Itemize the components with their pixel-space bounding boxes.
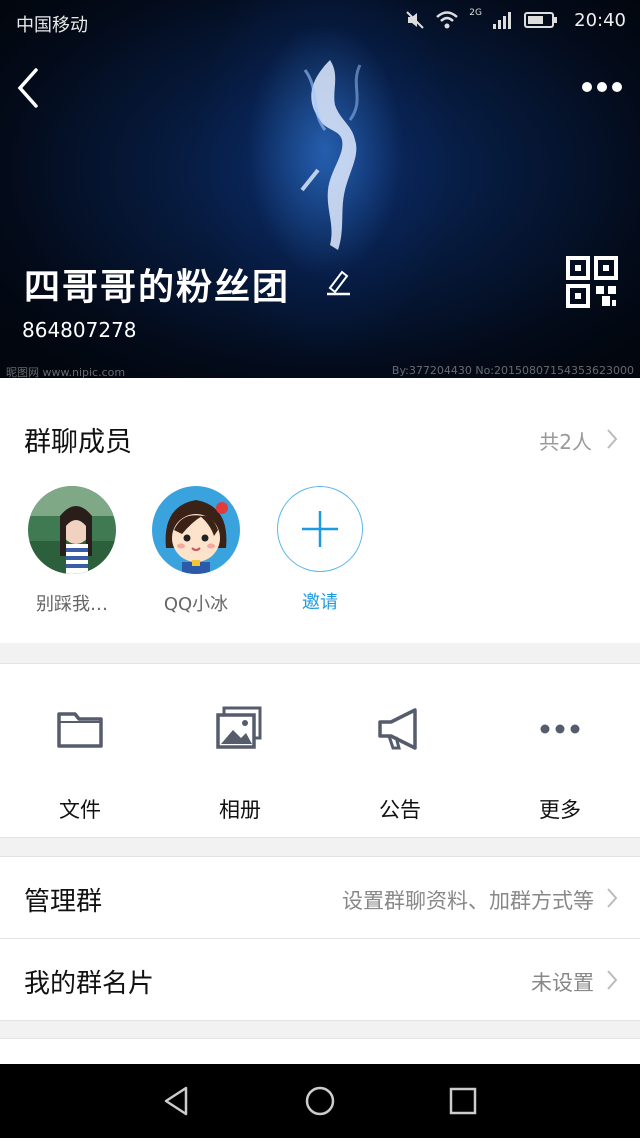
qr-code-icon[interactable] (566, 256, 618, 308)
battery-icon (524, 12, 557, 28)
group-members-section: 群聊成员 共2人 别踩我… QQ小冰 邀请 (0, 378, 640, 643)
nav-home-icon[interactable] (303, 1084, 337, 1118)
clock: 20:40 (574, 10, 626, 31)
megaphone-icon (378, 708, 417, 750)
system-navigation-bar (0, 1064, 640, 1138)
back-arrow-icon[interactable] (14, 66, 44, 110)
group-tools-section: 文件 相册 公告 更多 (0, 663, 640, 838)
members-title: 群聊成员 (24, 427, 132, 458)
nav-recents-icon[interactable] (446, 1084, 480, 1118)
more-dots-icon (540, 724, 580, 734)
folder-icon (57, 712, 103, 748)
chevron-right-icon (607, 888, 618, 908)
row-value: 未设置 (531, 971, 594, 995)
album-label: 相册 (219, 798, 261, 822)
dancer-figure-image (300, 60, 362, 250)
member-item[interactable]: 别踩我… (27, 486, 117, 616)
nav-back-icon[interactable] (160, 1084, 194, 1118)
row-title: 我的群名片 (24, 969, 155, 999)
chevron-right-icon (607, 970, 618, 990)
member-name: QQ小冰 (163, 594, 229, 615)
mute-icon (406, 11, 425, 29)
avatar[interactable] (152, 486, 240, 574)
member-item[interactable]: QQ小冰 (151, 486, 241, 616)
more-options-icon[interactable] (580, 78, 624, 96)
member-name: 别踩我… (36, 594, 108, 615)
group-header-banner: 中国移动 2G 20:40 四哥哥的粉丝团 864807278 昵图网 www.… (0, 0, 640, 378)
edit-pencil-icon[interactable] (324, 268, 352, 296)
signal-icon (493, 12, 511, 29)
plus-icon (302, 511, 338, 547)
more-label: 更多 (539, 798, 581, 822)
album-button[interactable]: 相册 (180, 704, 300, 824)
status-bar: 中国移动 2G 20:40 (0, 0, 640, 44)
more-tools-button[interactable]: 更多 (500, 704, 620, 824)
manage-group-row[interactable]: 管理群 设置群聊资料、加群方式等 (0, 857, 640, 939)
watermark-left: 昵图网 www.nipic.com (6, 366, 126, 378)
carrier-label: 中国移动 (16, 15, 88, 36)
wifi-icon (436, 11, 459, 29)
next-section-partial (0, 1038, 640, 1065)
files-label: 文件 (59, 798, 101, 822)
member-count[interactable]: 共2人 (539, 426, 592, 455)
announcement-button[interactable]: 公告 (340, 704, 460, 824)
group-name: 四哥哥的粉丝团 (24, 267, 291, 308)
chevron-right-icon[interactable] (606, 428, 618, 450)
avatar[interactable] (28, 486, 116, 574)
album-icon (216, 706, 262, 749)
invite-member-button[interactable]: 邀请 (275, 486, 365, 614)
network-type-label: 2G (469, 8, 482, 18)
group-id: 864807278 (22, 318, 137, 342)
my-group-card-row[interactable]: 我的群名片 未设置 (0, 939, 640, 1021)
row-value: 设置群聊资料、加群方式等 (342, 889, 594, 913)
invite-label: 邀请 (302, 592, 338, 613)
row-title: 管理群 (24, 887, 103, 917)
group-settings-list: 管理群 设置群聊资料、加群方式等 我的群名片 未设置 (0, 856, 640, 1021)
watermark-right: By:377204430 No:20150807154353623000 (391, 364, 634, 377)
files-button[interactable]: 文件 (20, 704, 140, 824)
invite-circle[interactable] (277, 486, 363, 572)
announcement-label: 公告 (379, 798, 421, 822)
